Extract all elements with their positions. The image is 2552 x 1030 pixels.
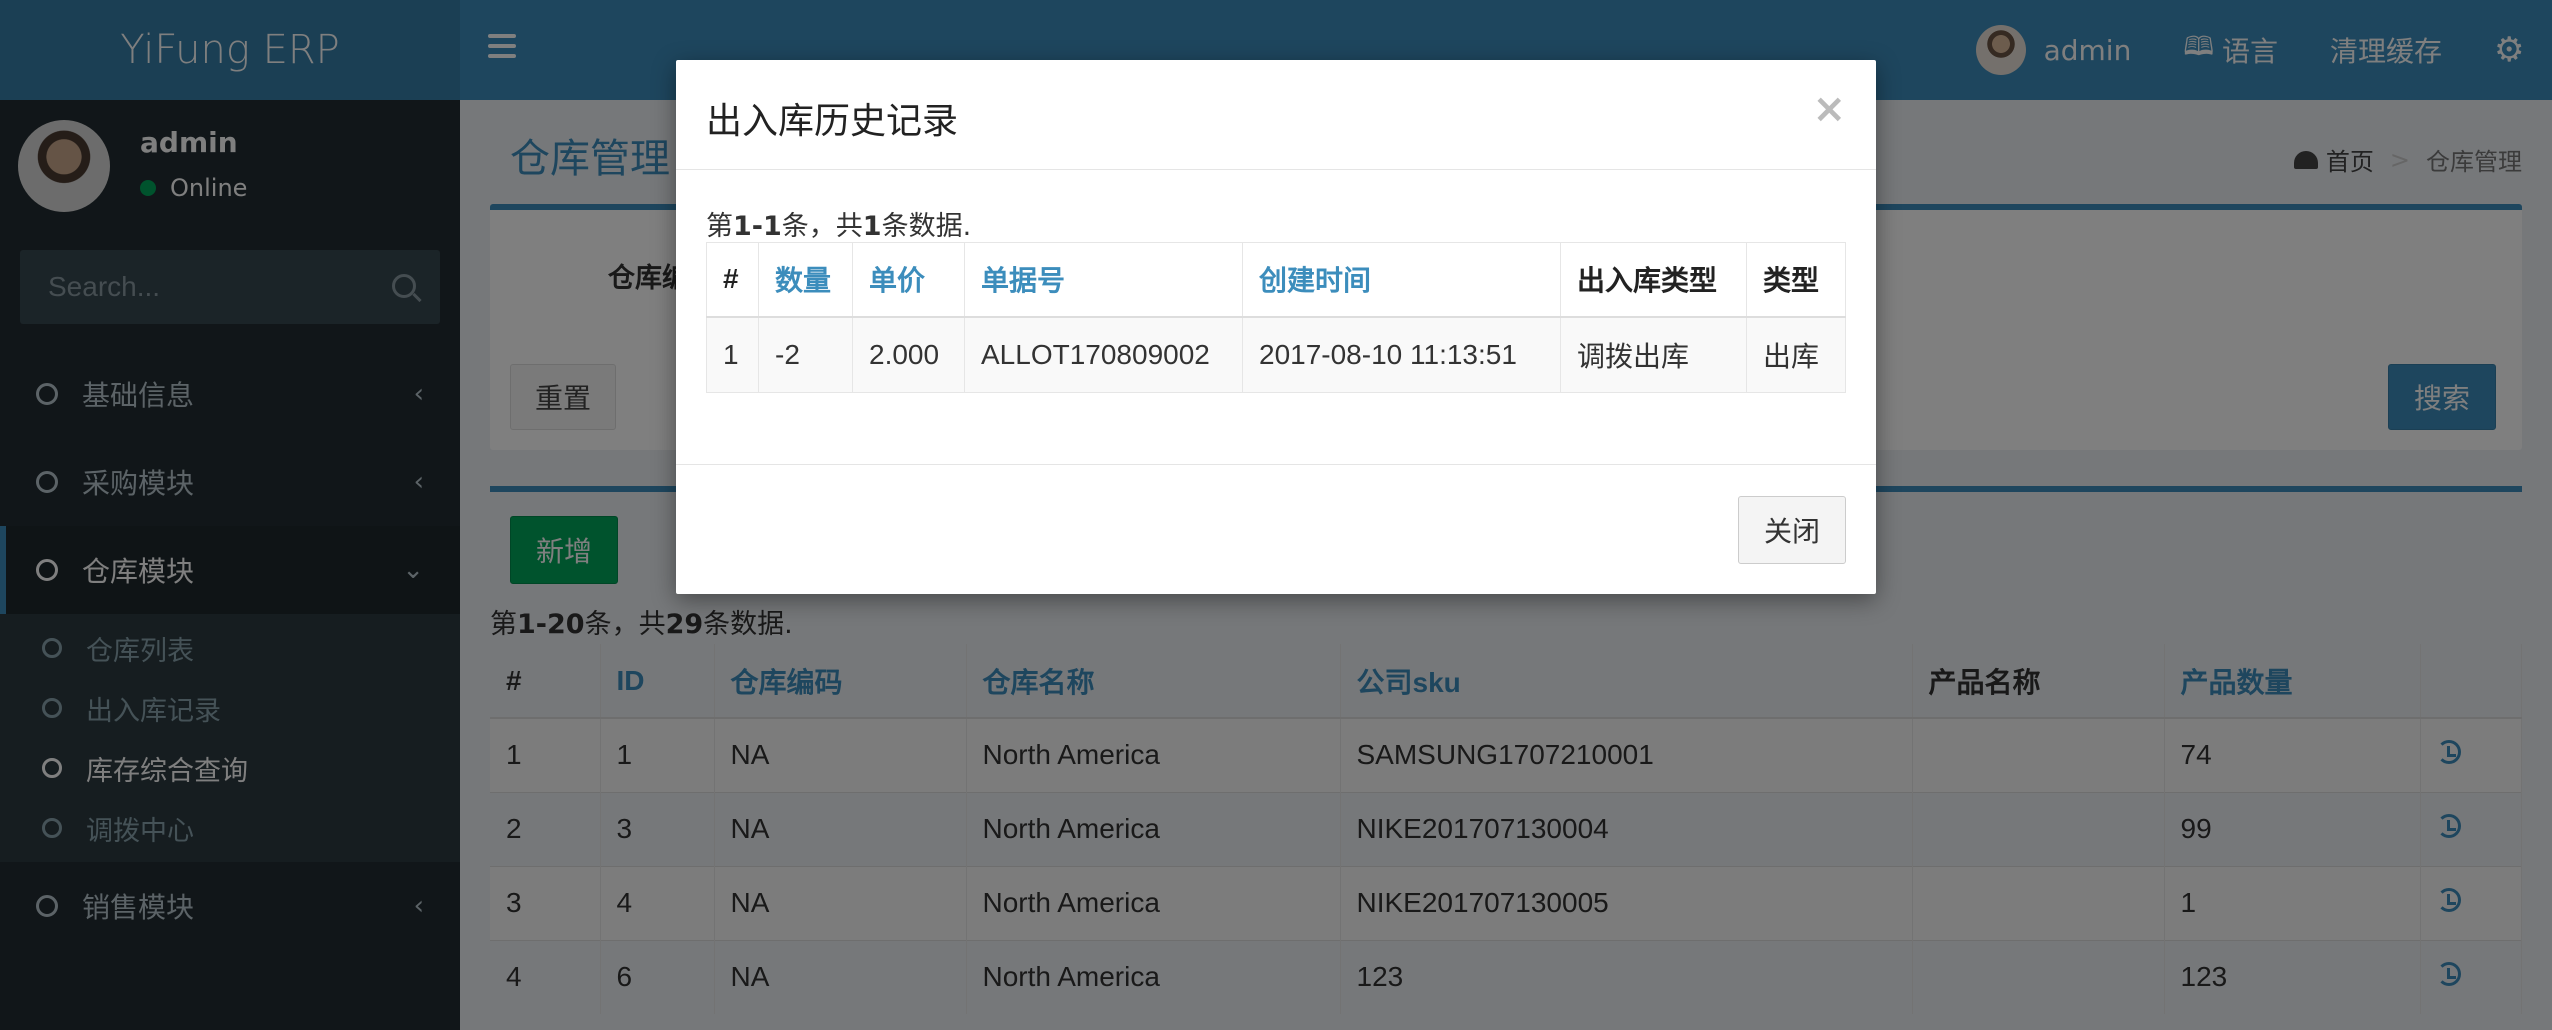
- cell: -2: [758, 316, 853, 393]
- col-header-io-type: 出入库类型: [1560, 242, 1747, 318]
- summary-suffix: 条数据.: [881, 211, 972, 242]
- modal-footer-divider: [676, 464, 1876, 465]
- cell: 2.000: [852, 316, 965, 393]
- col-header-created-time[interactable]: 创建时间: [1242, 242, 1561, 318]
- close-icon[interactable]: ×: [1812, 86, 1846, 132]
- cell: 1: [706, 316, 759, 393]
- summary-prefix: 第: [706, 211, 733, 242]
- summary-range: 1-1: [733, 211, 782, 242]
- table-header-row: # 数量 单价 单据号 创建时间 出入库类型 类型: [706, 242, 1846, 318]
- col-header-quantity[interactable]: 数量: [758, 242, 853, 318]
- col-header-document-no[interactable]: 单据号: [964, 242, 1243, 318]
- close-button[interactable]: 关闭: [1738, 496, 1846, 564]
- table-row: 1 -2 2.000 ALLOT170809002 2017-08-10 11:…: [706, 316, 1846, 393]
- col-header-index: #: [706, 242, 759, 318]
- stock-history-table: # 数量 单价 单据号 创建时间 出入库类型 类型 1 -2 2.000 ALL…: [706, 242, 1846, 393]
- cell: ALLOT170809002: [964, 316, 1243, 393]
- summary-total: 1: [862, 211, 882, 242]
- col-header-type: 类型: [1746, 242, 1846, 318]
- stock-history-modal: 出入库历史记录 × 第1-1条，共1条数据. # 数量 单价 单据号 创建时间 …: [676, 60, 1876, 594]
- modal-header: 出入库历史记录 ×: [676, 60, 1876, 170]
- col-header-unit-price[interactable]: 单价: [852, 242, 965, 318]
- modal-summary: 第1-1条，共1条数据.: [706, 204, 971, 243]
- summary-mid: 条，共: [781, 211, 863, 242]
- cell: 调拨出库: [1560, 316, 1747, 393]
- cell: 出库: [1746, 316, 1846, 393]
- modal-title: 出入库历史记录: [706, 101, 959, 142]
- cell: 2017-08-10 11:13:51: [1242, 316, 1561, 393]
